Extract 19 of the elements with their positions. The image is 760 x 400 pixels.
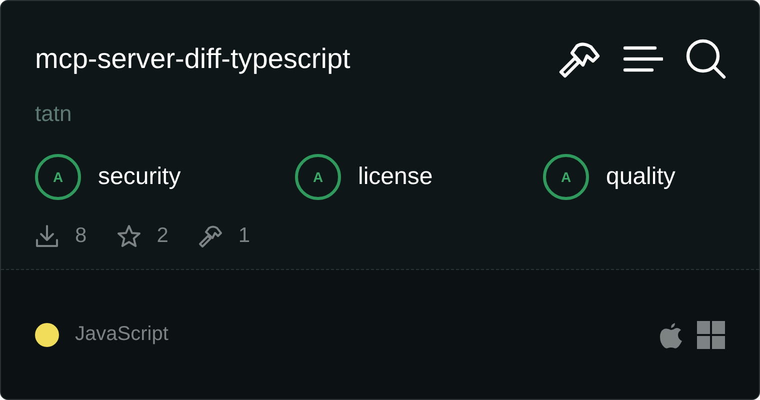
hammer-icon: [198, 224, 222, 248]
search-icon[interactable]: [685, 39, 727, 79]
download-icon: [35, 224, 59, 248]
windows-icon: [697, 320, 725, 348]
author-name[interactable]: tatn: [35, 101, 72, 127]
grade-badge: A: [295, 154, 341, 200]
tools-count: 1: [238, 224, 250, 248]
grade-label: quality: [606, 163, 676, 191]
downloads-count: 8: [75, 224, 87, 248]
menu-icon[interactable]: [623, 44, 663, 74]
grade-label: license: [358, 163, 433, 191]
grade-badge: A: [543, 154, 589, 200]
server-title[interactable]: mcp-server-diff-typescript: [35, 43, 350, 75]
grade-badge: A: [35, 154, 81, 200]
stars-count: 2: [156, 224, 168, 248]
star-icon: [116, 224, 141, 248]
language-label: JavaScript: [75, 323, 168, 346]
apple-icon: [659, 320, 683, 348]
grade-label: security: [98, 163, 181, 191]
